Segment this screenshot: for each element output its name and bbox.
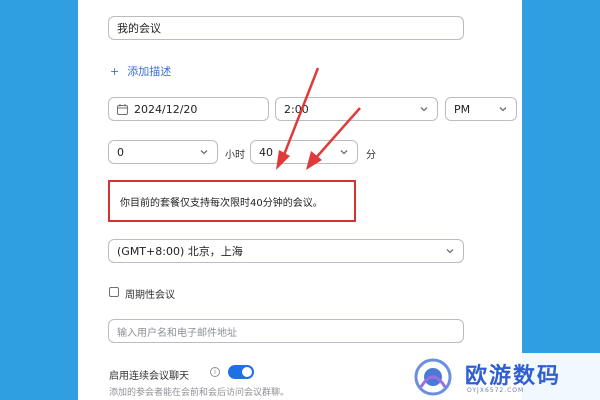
continuous-chat-description: 添加的参会者能在会前和会后访问会议群聊。 [109,388,290,398]
info-icon[interactable]: i [210,367,220,377]
annotation-arrow-right [313,107,361,161]
chevron-down-icon [445,246,455,256]
watermark-tile: 欧游数码 OYJX6572.COM [395,353,600,400]
continuous-chat-toggle[interactable] [228,365,254,379]
timezone-select[interactable]: (GMT+8:00) 北京，上海 [108,239,464,263]
timezone-value: (GMT+8:00) 北京，上海 [117,245,243,258]
invitees-placeholder: 输入用户名和电子邮件地址 [117,327,237,339]
limit-notice-text: 你目前的套餐仅支持每次限时40分钟的会议。 [120,197,323,209]
watermark-brand-text: 欧游数码 [465,364,562,389]
recurring-meeting-checkbox[interactable] [109,287,119,297]
invitees-input[interactable]: 输入用户名和电子邮件地址 [108,319,464,343]
annotation-arrowhead-left [276,150,290,170]
duration-limit-notice: 你目前的套餐仅支持每次限时40分钟的会议。 [108,180,356,222]
recurring-meeting-label: 周期性会议 [125,290,175,301]
toggle-knob [242,367,252,377]
continuous-chat-label: 启用连续会议聊天 [109,371,189,382]
watermark-logo [414,358,452,396]
watermark-brand-sub: OYJX6572.COM [467,387,525,394]
annotation-arrow-left [280,67,320,161]
